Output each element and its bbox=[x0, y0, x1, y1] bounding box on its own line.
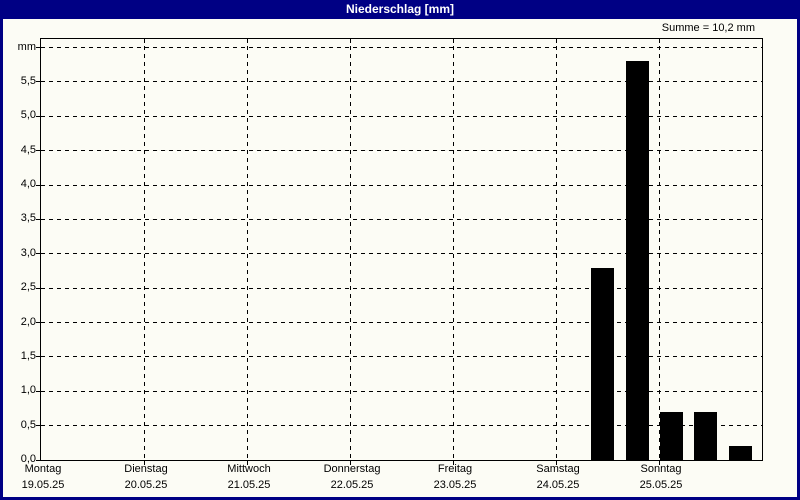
x-axis-top-tick bbox=[556, 39, 557, 43]
x-date-label: 24.05.25 bbox=[536, 479, 580, 491]
y-tick-label: 5,0 bbox=[20, 109, 36, 122]
precipitation-bar bbox=[625, 61, 649, 460]
x-date-label: 20.05.25 bbox=[124, 479, 168, 491]
window-titlebar: Niederschlag [mm] bbox=[3, 0, 797, 19]
y-axis-tick bbox=[36, 218, 40, 220]
h-gridline bbox=[41, 322, 762, 324]
h-gridline bbox=[41, 184, 762, 186]
x-axis-top-tick bbox=[247, 39, 248, 43]
y-axis-tick bbox=[36, 184, 40, 186]
x-day-label: Montag bbox=[24, 463, 62, 475]
x-date-label: 21.05.25 bbox=[227, 479, 271, 491]
y-tick-label: 3,5 bbox=[20, 212, 36, 225]
precipitation-bar bbox=[591, 267, 615, 460]
x-date-label: 25.05.25 bbox=[639, 479, 683, 491]
x-day-label: Freitag bbox=[437, 463, 473, 475]
v-gridline bbox=[453, 46, 454, 460]
chart-window: Niederschlag [mm] Summe = 10,2 mm 0,0 0,5… bbox=[0, 0, 800, 500]
y-axis-tick bbox=[36, 47, 40, 49]
h-gridline bbox=[41, 150, 762, 152]
plot-area bbox=[36, 38, 763, 465]
y-tick-label: 1,5 bbox=[20, 349, 36, 362]
y-axis-tick bbox=[36, 81, 40, 83]
v-gridline bbox=[350, 46, 351, 460]
x-day-label: Samstag bbox=[536, 463, 580, 475]
v-gridline bbox=[659, 46, 660, 460]
h-gridline bbox=[41, 390, 762, 392]
y-axis-tick bbox=[36, 356, 40, 358]
h-gridline bbox=[41, 356, 762, 358]
y-axis-tick bbox=[36, 150, 40, 152]
y-tick-label: 5,5 bbox=[20, 75, 36, 87]
x-day-label: Sonntag bbox=[640, 463, 682, 475]
h-gridline bbox=[41, 47, 762, 49]
y-tick-label: 4,0 bbox=[20, 178, 36, 191]
x-date-label: 19.05.25 bbox=[21, 479, 65, 491]
y-axis-tick bbox=[36, 287, 40, 289]
x-date-label: 23.05.25 bbox=[433, 479, 477, 491]
y-tick-label: 4,5 bbox=[20, 143, 36, 156]
x-day-label: Dienstag bbox=[124, 463, 168, 475]
x-day-label: Mittwoch bbox=[227, 463, 271, 475]
y-axis-tick bbox=[36, 390, 40, 392]
precipitation-bar bbox=[694, 411, 718, 460]
y-tick-label: 0,5 bbox=[20, 418, 36, 431]
sum-label: Summe = 10,2 mm bbox=[661, 22, 755, 34]
x-axis-top-tick bbox=[144, 39, 145, 43]
x-axis-top-tick bbox=[350, 39, 351, 43]
h-gridline bbox=[41, 253, 762, 255]
y-tick-label: 2,0 bbox=[20, 315, 36, 328]
window-title: Niederschlag [mm] bbox=[345, 2, 455, 16]
y-axis-tick bbox=[36, 425, 40, 427]
y-axis-tick bbox=[36, 459, 40, 461]
h-gridline bbox=[41, 218, 762, 220]
y-axis-unit-label: mm bbox=[17, 40, 36, 53]
precipitation-bar bbox=[660, 411, 683, 460]
y-tick-label: 2,5 bbox=[20, 281, 36, 294]
y-axis-tick bbox=[36, 115, 40, 117]
y-tick-label: 3,0 bbox=[20, 246, 36, 259]
x-day-label: Donnerstag bbox=[323, 463, 381, 475]
h-gridline bbox=[41, 425, 762, 427]
h-gridline bbox=[41, 81, 762, 83]
h-gridline bbox=[41, 115, 762, 117]
y-axis-tick bbox=[36, 322, 40, 324]
h-gridline bbox=[41, 287, 762, 289]
x-axis-top-tick bbox=[453, 39, 454, 43]
y-axis-tick bbox=[36, 253, 40, 255]
v-gridline bbox=[556, 46, 557, 460]
v-gridline bbox=[247, 46, 248, 460]
y-tick-label: 1,0 bbox=[20, 384, 36, 397]
x-date-label: 22.05.25 bbox=[330, 479, 374, 491]
v-gridline bbox=[144, 46, 145, 460]
precipitation-bar bbox=[728, 446, 752, 460]
x-axis-top-tick bbox=[659, 39, 660, 43]
